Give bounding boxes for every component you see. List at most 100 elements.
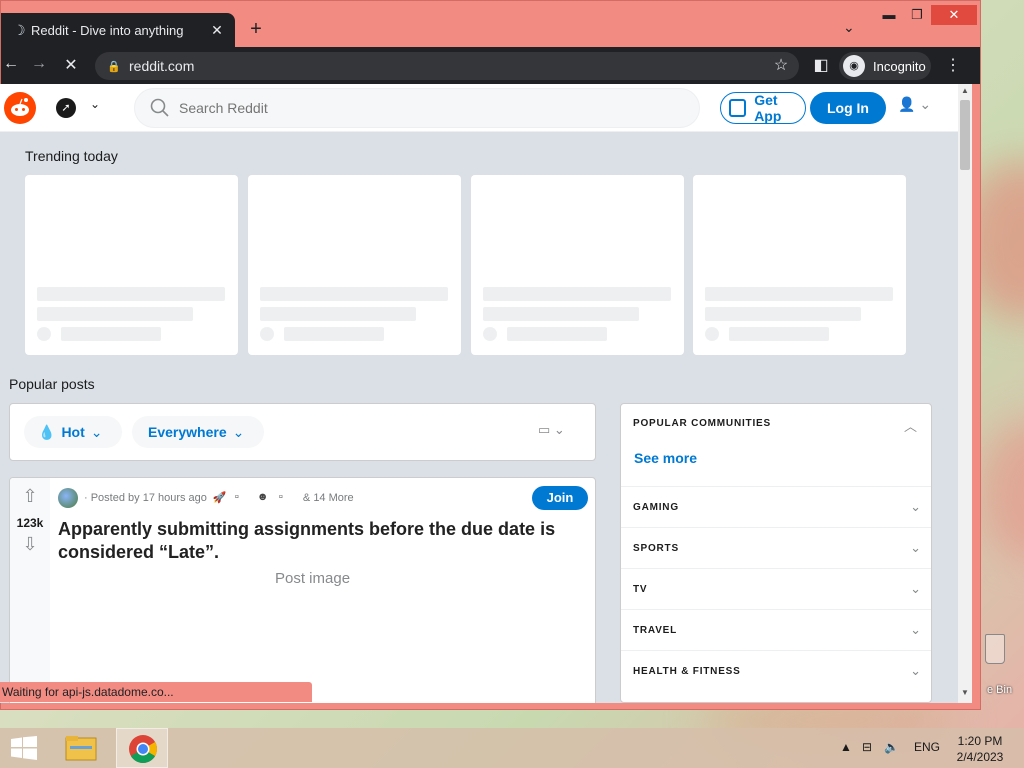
award-icon: ☻: [256, 491, 269, 503]
popular-communities-panel: POPULAR COMMUNITIES ︿ See more GAMING ⌄ …: [620, 403, 932, 703]
address-bar[interactable]: 🔒 reddit.com: [95, 52, 799, 80]
chevron-down-icon: ⌄: [910, 581, 921, 596]
trending-card[interactable]: [471, 175, 684, 355]
scrollbar-thumb[interactable]: [960, 100, 970, 170]
downvote-arrow-icon[interactable]: ⇩: [20, 534, 40, 554]
join-button[interactable]: Join: [532, 486, 588, 510]
tab-title: Reddit - Dive into anything: [31, 22, 184, 38]
recycle-bin-label: e Bin: [987, 684, 1013, 696]
tab-search-chevron-icon[interactable]: ⌄: [843, 19, 855, 36]
flame-icon: 💧: [38, 423, 56, 440]
location-filter-label: Everywhere: [148, 424, 227, 440]
location-filter-button[interactable]: Everywhere ⌄: [132, 416, 264, 448]
trending-card[interactable]: [248, 175, 461, 355]
windows-start-icon[interactable]: [10, 736, 38, 760]
vote-count: 123k: [16, 516, 44, 530]
lock-icon: 🔒: [107, 60, 121, 73]
forward-arrow-icon[interactable]: →: [29, 55, 49, 73]
post-title[interactable]: Apparently submitting assignments before…: [58, 518, 578, 564]
login-button[interactable]: Log In: [810, 92, 886, 124]
new-tab-button[interactable]: +: [245, 19, 267, 41]
award-icon: ▫: [278, 491, 283, 503]
trending-title: Trending today: [25, 148, 118, 164]
chevron-down-icon: ⌄: [232, 423, 245, 440]
tray-expand-icon[interactable]: ▲: [840, 740, 852, 754]
search-bar[interactable]: [134, 88, 700, 128]
subreddit-avatar-icon[interactable]: [58, 488, 78, 508]
tab-close-icon[interactable]: ✕: [207, 22, 227, 39]
feed-dropdown-chevron-icon[interactable]: ⌄: [90, 97, 100, 111]
post-card[interactable]: ⇧ 123k ⇩ · Posted by 17 hours ago 🚀 ▫ ☻ …: [9, 477, 596, 703]
chevron-down-icon: ⌄: [910, 540, 921, 555]
popular-communities-header: POPULAR COMMUNITIES: [633, 418, 771, 429]
category-label: TRAVEL: [633, 625, 678, 636]
category-label: GAMING: [633, 502, 679, 513]
language-indicator[interactable]: ENG: [914, 740, 940, 754]
vote-column: ⇧ 123k ⇩: [10, 478, 50, 703]
page-viewport: ➚ ⌄ Get App Log In 👤 ⌄ Trending today: [0, 84, 958, 703]
category-label: TV: [633, 584, 648, 595]
scroll-down-arrow-icon[interactable]: ▼: [958, 686, 972, 700]
status-bubble: Waiting for api-js.datadome.co...: [0, 682, 312, 702]
category-row[interactable]: SPORTS ⌄: [621, 527, 931, 568]
sort-hot-button[interactable]: 💧 Hot ⌄: [24, 416, 122, 448]
back-arrow-icon[interactable]: ←: [1, 55, 21, 73]
incognito-badge[interactable]: ◉ Incognito: [839, 52, 931, 80]
tab-strip: ☽ Reddit - Dive into anything ✕ + ⌄ ▬ ❐ …: [1, 1, 982, 47]
url-text: reddit.com: [129, 58, 195, 74]
popular-feed-icon[interactable]: ➚: [56, 98, 76, 118]
tab-reddit[interactable]: ☽ Reddit - Dive into anything ✕: [1, 13, 235, 47]
sort-bar: 💧 Hot ⌄ Everywhere ⌄ ▭ ⌄: [9, 403, 596, 461]
chevron-up-icon[interactable]: ︿: [904, 416, 917, 435]
post-meta: · Posted by 17 hours ago 🚀 ▫ ☻ ▫ & 14 Mo…: [58, 488, 354, 508]
reddit-logo-icon[interactable]: [4, 92, 36, 124]
post-image-placeholder[interactable]: Post image: [275, 570, 350, 587]
category-row[interactable]: HEALTH & FITNESS ⌄: [621, 650, 931, 691]
award-icon: ▫: [234, 491, 239, 503]
bookmark-star-icon[interactable]: ☆: [771, 55, 791, 75]
chevron-down-icon: ⌄: [910, 663, 921, 678]
search-input[interactable]: [179, 100, 659, 116]
scroll-up-arrow-icon[interactable]: ▲: [958, 84, 972, 98]
clock-date: 2/4/2023: [956, 750, 1004, 764]
loading-spinner-icon: ☽: [13, 21, 26, 38]
network-icon[interactable]: ⊟: [862, 740, 872, 754]
award-icon: 🚀: [212, 492, 227, 504]
side-panel-icon[interactable]: ◧: [811, 55, 831, 75]
incognito-label: Incognito: [873, 58, 926, 74]
get-app-label: Get App: [754, 92, 782, 124]
layout-toggle-icon[interactable]: ▭ ⌄: [538, 422, 565, 438]
kebab-menu-icon[interactable]: ⋮: [943, 55, 963, 75]
taskbar: ▲ ⊟ 🔈 ENG 1:20 PM 2/4/2023: [0, 728, 1024, 768]
chevron-down-icon: ⌄: [910, 622, 921, 637]
reddit-header: ➚ ⌄ Get App Log In 👤 ⌄: [0, 84, 958, 132]
trending-card[interactable]: [25, 175, 238, 355]
see-more-link[interactable]: See more: [634, 450, 697, 466]
browser-toolbar: ← → ✕ 🔒 reddit.com ☆ ◧ ◉ Incognito ⋮: [1, 47, 980, 84]
get-app-button[interactable]: Get App: [720, 92, 806, 124]
recycle-bin-icon[interactable]: e Bin: [983, 630, 1023, 702]
category-row[interactable]: TV ⌄: [621, 568, 931, 609]
clock[interactable]: 1:20 PM 2/4/2023: [944, 733, 1016, 765]
page-scrollbar[interactable]: ▲ ▼: [958, 84, 972, 703]
popular-posts-title: Popular posts: [9, 376, 95, 392]
file-explorer-icon[interactable]: [56, 728, 108, 768]
sort-hot-label: Hot: [61, 424, 85, 440]
category-label: SPORTS: [633, 543, 679, 554]
stop-loading-icon[interactable]: ✕: [61, 55, 81, 75]
volume-icon[interactable]: 🔈: [884, 740, 899, 754]
chrome-taskbar-icon[interactable]: [116, 728, 168, 768]
category-row[interactable]: GAMING ⌄: [621, 486, 931, 527]
window-close-button[interactable]: ✕: [931, 5, 977, 25]
category-row[interactable]: TRAVEL ⌄: [621, 609, 931, 650]
user-menu-icon[interactable]: 👤 ⌄: [898, 96, 931, 113]
category-label: HEALTH & FITNESS: [633, 666, 741, 677]
incognito-icon: ◉: [843, 55, 865, 77]
upvote-arrow-icon[interactable]: ⇧: [20, 486, 40, 506]
post-author-time: · Posted by 17 hours ago: [84, 492, 207, 504]
search-icon: [150, 98, 169, 117]
more-awards-label: & 14 More: [302, 492, 354, 504]
chevron-down-icon: ⌄: [910, 499, 921, 514]
clock-time: 1:20 PM: [957, 734, 1003, 748]
trending-card[interactable]: [693, 175, 906, 355]
